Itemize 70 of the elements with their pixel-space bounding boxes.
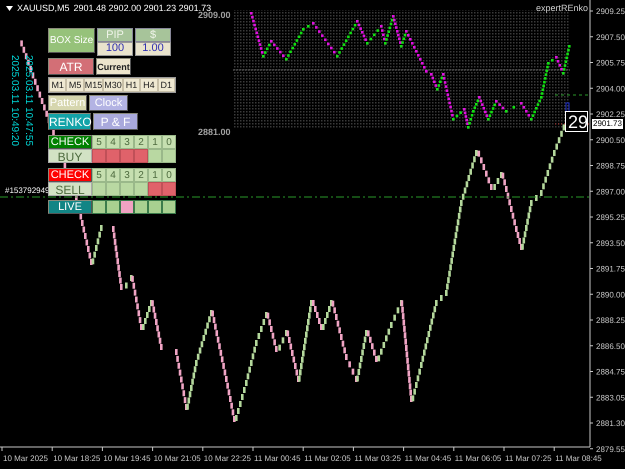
time-tick-label: 10 Mar 22:25 [204,454,251,463]
time-tick-label: 11 Mar 08:45 [555,454,602,463]
side-label: BUY [48,149,92,163]
time-tick-label: 11 Mar 00:45 [254,454,301,463]
level-label: 1 [148,168,162,182]
price-tick-label: 2904.00 [596,84,625,94]
check-button[interactable]: CHECK [48,135,92,149]
level-label: 0 [162,168,176,182]
time-tick-label: 11 Mar 03:25 [354,454,401,463]
timestamp-label: 2025.03.11 10:49:20 [9,55,19,146]
price-tick-label: 2883.05 [596,393,625,402]
price-tick-label: 2907.50 [596,32,625,42]
current-button[interactable]: Current [96,58,131,75]
pip-label: PIP [97,28,133,42]
time-tick-label: 11 Mar 06:05 [454,454,502,463]
level-label: 5 [92,168,106,182]
time-tick-label: 10 Mar 2025 [3,454,48,463]
timeframe-button[interactable]: M15 [84,78,104,92]
time-tick-label: 11 Mar 07:25 [505,454,552,463]
timeframe-button[interactable]: M5 [66,78,84,92]
time-tick-label: 10 Mar 21:05 [154,454,201,463]
timestamp-label: 2025.03.11 10:47:55 [23,55,33,146]
level-label: 4 [106,135,120,149]
dropdown-triangle-icon[interactable] [6,6,13,10]
level-label: 0 [162,135,176,149]
expert-name: expertREnko [536,3,588,13]
price-tick-label: 2881.30 [596,419,625,428]
price-tick-label: 2890.00 [596,290,625,300]
level-label: 3 [120,135,134,149]
level-label: 2 [134,168,148,182]
price-tick-label: 2905.75 [596,58,625,68]
timeframe-button[interactable]: M1 [49,78,66,92]
time-tick-label: 10 Mar 19:45 [103,454,151,463]
symbol-label: XAUUSD,M5 [17,3,70,13]
dollar-field[interactable]: 1.00 [135,42,171,56]
inset-bottom-price: 2881.00 [198,127,231,137]
price-tick-label: 2893.50 [596,238,625,248]
price-tick-label: 2909.25 [596,7,625,16]
level-label: 3 [120,168,134,182]
price-tick-label: 2884.75 [596,368,625,376]
check-button[interactable]: CHECK [48,168,92,182]
price-tick-label: 2900.50 [596,136,625,145]
time-tick-label: 11 Mar 04:45 [404,454,452,463]
price-tick-label: 2888.25 [596,316,625,325]
level-label: 5 [92,135,106,149]
inset-top-price: 2909.00 [198,10,231,20]
dollar-label: $ [135,28,171,42]
account-number: #153792949 [5,186,50,195]
price-tick-label: 2898.75 [596,162,625,170]
ohlc-quotes: 2901.48 2902.00 2901.23 2901.73 [74,3,212,13]
price-label: 29 [565,111,588,132]
level-label: 2 [134,135,148,149]
time-tick-label: 10 Mar 18:25 [53,454,100,463]
price-tick-label: 2879.55 [596,444,625,454]
current-price-label: 2901.73 [592,119,623,129]
timeframe-button[interactable]: D1 [158,78,175,92]
price-tick-label: 2897.00 [596,187,625,196]
level-label: 4 [106,168,120,182]
level-label: 1 [148,135,162,149]
price-tick-label: 2891.75 [596,264,625,274]
pip-field[interactable]: 100 [97,42,133,56]
timeframe-button[interactable]: H4 [140,78,158,92]
price-tick-label: 2902.25 [596,110,625,119]
timeframe-button[interactable]: H1 [122,78,140,92]
price-tick-label: 2895.25 [596,213,625,222]
time-tick-label: 11 Mar 02:05 [304,454,351,463]
timeframe-button[interactable]: M30 [103,78,123,92]
price-tick-label: 2886.50 [596,342,625,351]
live-button[interactable]: LIVE [48,200,92,214]
side-label: SELL [48,182,92,196]
